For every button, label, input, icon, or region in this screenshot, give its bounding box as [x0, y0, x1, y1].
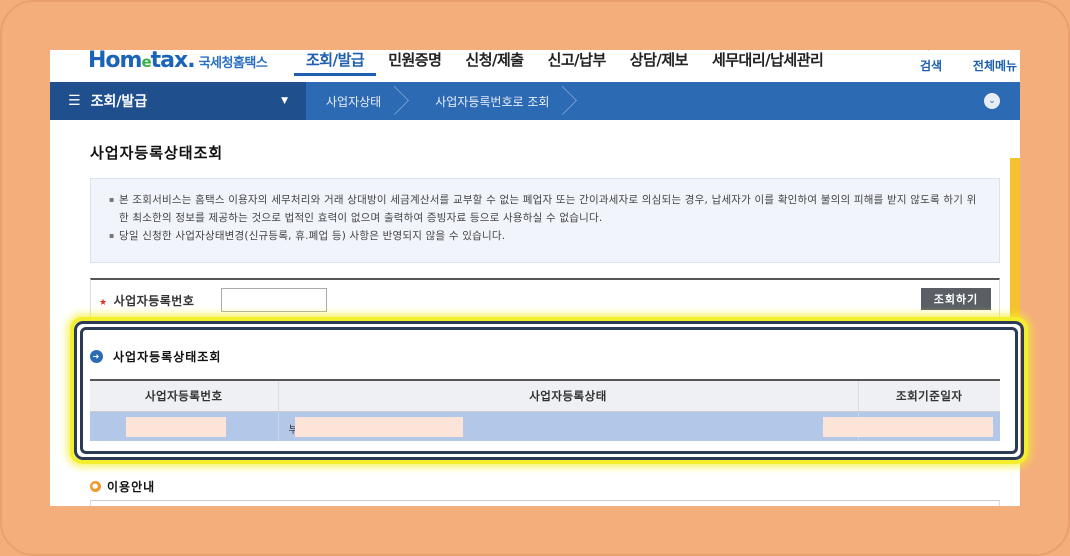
page-title: 사업자등록상태조회 [90, 144, 224, 162]
inquiry-button[interactable]: 조회하기 [921, 288, 991, 310]
gnb-item-inquiry[interactable]: 조회/발급 [294, 50, 377, 76]
notice-box: 본 조회서비스는 홈택스 이용자의 세무처리와 거래 상대방이 세금계산서를 교… [90, 178, 1000, 263]
site-header: Hometax. 국세청홈택스 조회/발급 민원증명 신청/제출 신고/납부 상… [50, 50, 1020, 82]
all-menu-label: 전체메뉴 [972, 59, 1018, 73]
info-circle-icon: ● [90, 481, 101, 492]
business-number-input[interactable] [221, 288, 327, 312]
side-tab[interactable] [1010, 158, 1020, 318]
utility-menu: ⌕ 검색 ▪▪▪ 전체메뉴 [906, 50, 1020, 76]
category-dropdown[interactable]: ☰ 조회/발급 ▼ [50, 82, 306, 120]
notice-line: 본 조회서비스는 홈택스 이용자의 세무처리와 거래 상대방이 세금계산서를 교… [109, 191, 981, 227]
search-button[interactable]: ⌕ 검색 [906, 50, 956, 76]
caret-down-icon: ▼ [281, 96, 288, 106]
search-label: 검색 [919, 59, 943, 73]
hamburger-icon: ☰ [68, 93, 81, 109]
required-star-icon: ★ [99, 298, 108, 308]
notice-line: 당일 신청한 사업자상태변경(신규등록, 휴.폐업 등) 사항은 반영되지 않을… [109, 227, 981, 245]
gnb-item-filing[interactable]: 신고/납부 [536, 50, 618, 76]
menu-dots-icon: ▪▪▪ [985, 50, 1005, 53]
location-bar: ☰ 조회/발급 ▼ 사업자상태 사업자등록번호로 조회 ⌄ [50, 82, 1020, 120]
logo-text: Hometax. [88, 50, 196, 73]
chevron-down-icon[interactable]: ⌄ [984, 93, 1000, 109]
search-icon: ⌕ [928, 50, 934, 53]
breadcrumb-inquiry-by-number[interactable]: 사업자등록번호로 조회 [415, 82, 583, 120]
gnb-item-certificates[interactable]: 민원증명 [376, 50, 453, 76]
gnb-item-consult[interactable]: 상담/제보 [618, 50, 700, 76]
global-nav: 조회/발급 민원증명 신청/제출 신고/납부 상담/제보 세무대리/납세관리 [294, 50, 835, 76]
guide-box [90, 500, 1000, 506]
category-title: 조회/발급 [90, 94, 148, 110]
gnb-item-application[interactable]: 신청/제출 [453, 50, 535, 76]
gnb-item-agency[interactable]: 세무대리/납세관리 [700, 50, 835, 76]
guide-section-title: ● 이용안내 [90, 480, 156, 494]
search-form: ★ 사업자등록번호 조회하기 [90, 278, 1000, 320]
logo-subtitle: 국세청홈택스 [198, 56, 268, 71]
all-menu-button[interactable]: ▪▪▪ 전체메뉴 [970, 50, 1020, 76]
highlight-border-inner [80, 327, 1018, 454]
business-number-label: ★ 사업자등록번호 [99, 294, 195, 308]
breadcrumb-business-status[interactable]: 사업자상태 [306, 82, 415, 120]
hometax-logo[interactable]: Hometax. 국세청홈택스 [88, 50, 268, 76]
